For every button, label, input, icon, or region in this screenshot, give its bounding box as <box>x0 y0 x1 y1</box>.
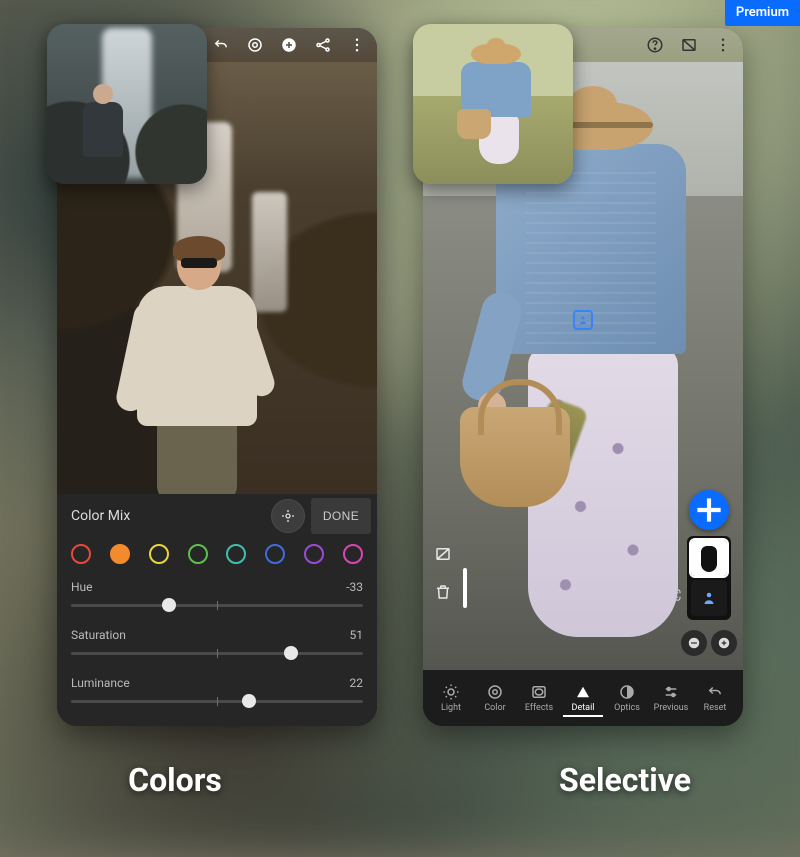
before-after-icon[interactable] <box>431 542 455 566</box>
luminance-value: 22 <box>350 676 364 690</box>
caption-colors: Colors <box>15 761 335 799</box>
hue-slider[interactable] <box>71 596 363 614</box>
subtract-mask-button[interactable] <box>681 630 707 656</box>
mask-person-thumb[interactable] <box>691 580 727 616</box>
luminance-slider[interactable] <box>71 692 363 710</box>
tool-previous[interactable]: Previous <box>651 683 691 713</box>
color-swatch-4[interactable] <box>226 544 246 564</box>
compare-icon[interactable] <box>679 35 699 55</box>
tool-reset[interactable]: Reset <box>695 683 735 713</box>
add-icon[interactable] <box>279 35 299 55</box>
bottom-tool-tabs: LightColorEffectsDetailOpticsPreviousRes… <box>423 670 743 726</box>
color-swatch-6[interactable] <box>304 544 324 564</box>
help-icon[interactable] <box>645 35 665 55</box>
tool-light[interactable]: Light <box>431 683 471 713</box>
tool-color[interactable]: Color <box>475 683 515 713</box>
color-swatch-1[interactable] <box>110 544 130 564</box>
undo-icon[interactable] <box>211 35 231 55</box>
link-icon <box>673 588 687 602</box>
before-thumbnail-selective <box>413 24 573 184</box>
tool-detail[interactable]: Detail <box>563 683 603 717</box>
tool-effects[interactable]: Effects <box>519 683 559 713</box>
color-swatch-3[interactable] <box>188 544 208 564</box>
saturation-slider[interactable] <box>71 644 363 662</box>
masking-side-panel <box>681 490 737 656</box>
add-mask-button[interactable] <box>689 490 729 530</box>
lens-icon[interactable] <box>245 35 265 55</box>
hue-value: -33 <box>346 580 363 594</box>
left-quick-tools <box>431 542 455 604</box>
before-thumbnail-colors <box>47 24 207 184</box>
hue-label: Hue <box>71 580 93 594</box>
color-swatch-2[interactable] <box>149 544 169 564</box>
targeted-adjustment-button[interactable] <box>271 499 305 533</box>
color-swatch-0[interactable] <box>71 544 91 564</box>
luminance-label: Luminance <box>71 676 130 690</box>
mask-subject-thumb[interactable] <box>691 540 727 576</box>
premium-badge: Premium <box>725 0 800 26</box>
more-icon[interactable] <box>347 35 367 55</box>
color-swatch-7[interactable] <box>343 544 363 564</box>
hue-slider-row: Hue -33 <box>57 576 377 624</box>
color-swatch-5[interactable] <box>265 544 285 564</box>
share-icon[interactable] <box>313 35 333 55</box>
color-swatch-row <box>57 538 377 576</box>
trash-icon[interactable] <box>431 580 455 604</box>
subject-select-marker[interactable] <box>573 310 593 330</box>
more-icon[interactable] <box>713 35 733 55</box>
amount-indicator[interactable] <box>463 568 467 608</box>
saturation-value: 51 <box>350 628 364 642</box>
saturation-label: Saturation <box>71 628 126 642</box>
color-mix-panel: Color Mix DONE Hue -33 <box>57 494 377 726</box>
add-to-mask-button[interactable] <box>711 630 737 656</box>
saturation-slider-row: Saturation 51 <box>57 624 377 672</box>
done-button[interactable]: DONE <box>311 498 371 534</box>
luminance-slider-row: Luminance 22 <box>57 672 377 726</box>
tool-optics[interactable]: Optics <box>607 683 647 713</box>
panel-title: Color Mix <box>71 508 271 524</box>
caption-selective: Selective <box>465 761 785 799</box>
